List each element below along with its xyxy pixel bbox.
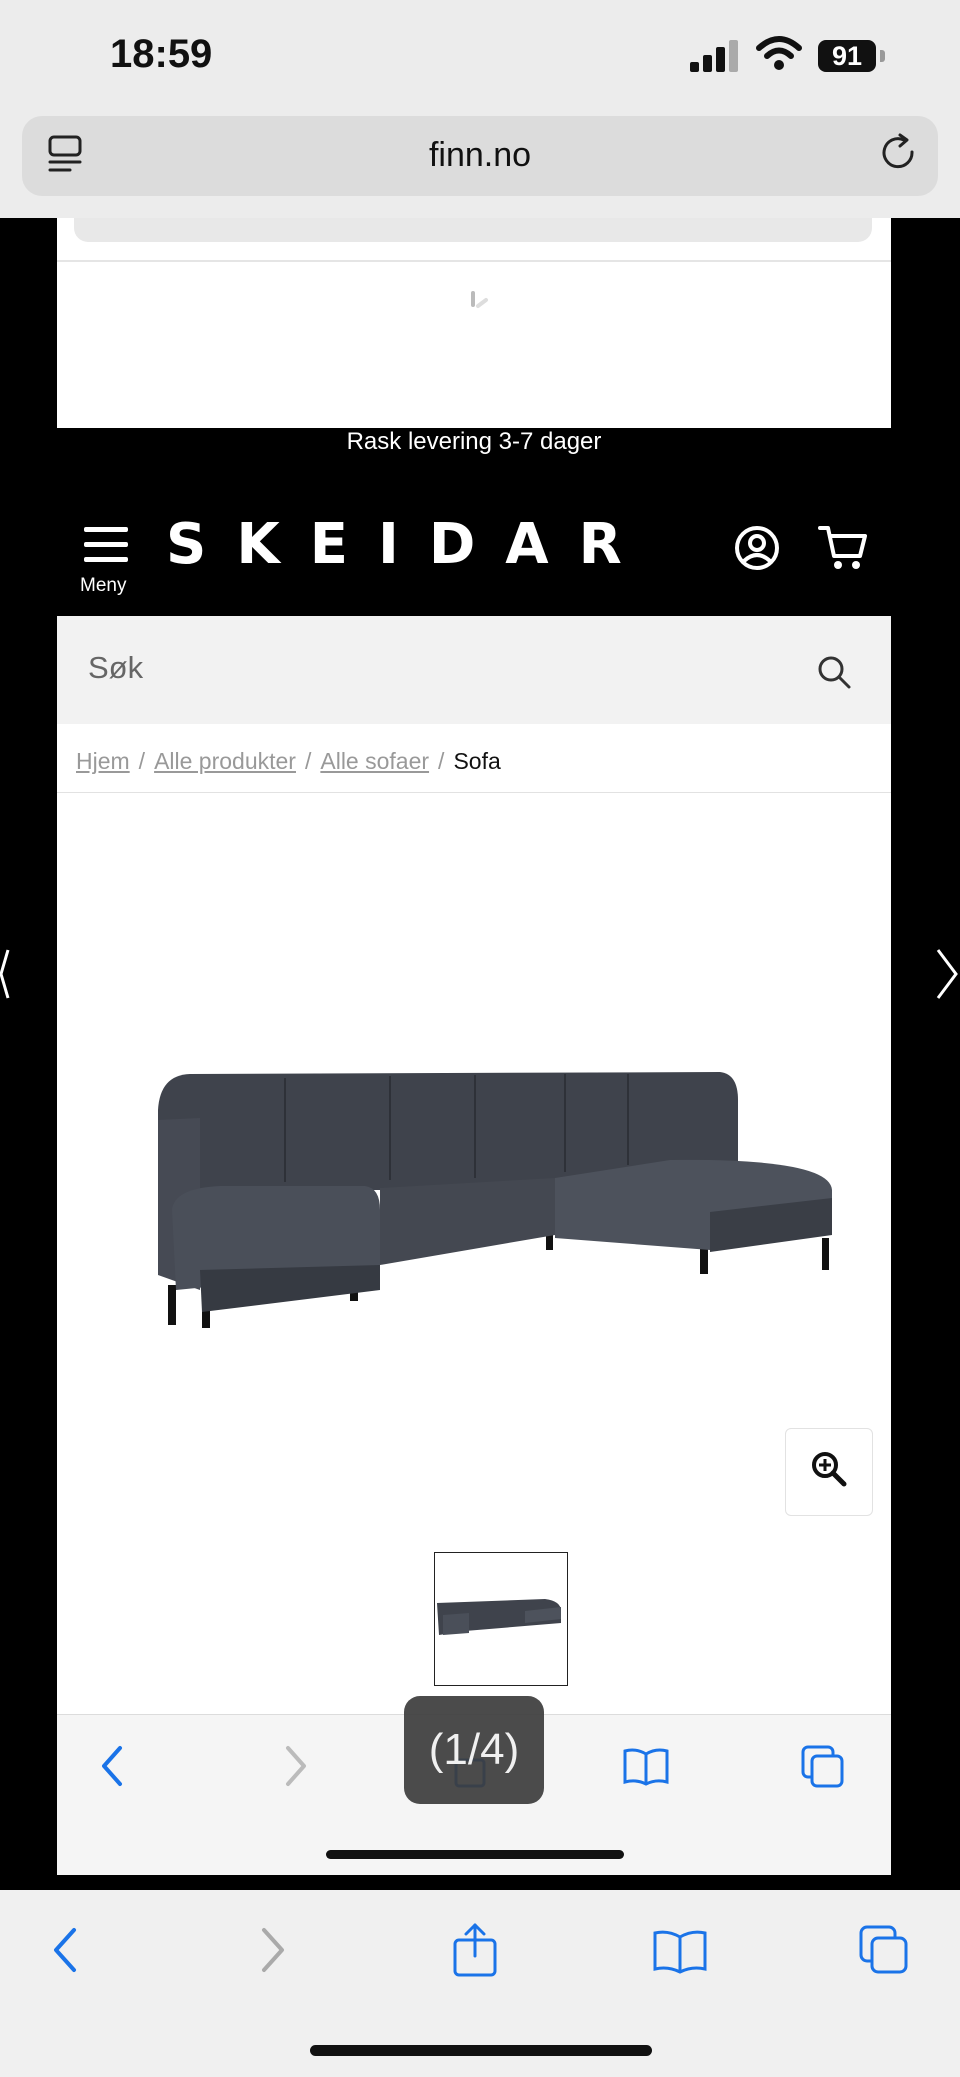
cart-icon[interactable] — [818, 522, 868, 572]
menu-label: Meny — [80, 575, 127, 596]
search-input[interactable] — [57, 616, 891, 724]
reload-icon[interactable] — [878, 132, 920, 174]
wifi-icon — [756, 36, 802, 70]
brand-logo[interactable]: SKEIDAR — [166, 512, 652, 577]
breadcrumb-current: Sofa — [453, 748, 501, 774]
embedded-home-indicator — [326, 1850, 624, 1859]
loading-spinner-icon — [471, 291, 488, 308]
cellular-signal-icon — [690, 40, 744, 72]
forward-icon[interactable] — [258, 1926, 288, 1974]
breadcrumb-separator: / — [138, 748, 146, 774]
url-text: finn.no — [428, 136, 532, 174]
status-time: 18:59 — [110, 32, 213, 76]
search-icon[interactable] — [816, 654, 852, 690]
battery-tip — [880, 50, 885, 62]
embedded-address-bar — [74, 218, 872, 242]
breadcrumb-divider — [57, 792, 891, 793]
account-icon[interactable] — [733, 524, 781, 572]
hamburger-menu-icon[interactable] — [84, 525, 128, 565]
thumbnail-image — [437, 1599, 561, 1635]
tabs-icon[interactable] — [858, 1924, 910, 1976]
search-placeholder: Søk — [88, 650, 144, 685]
bookmarks-icon[interactable] — [652, 1928, 708, 1974]
embedded-bookmarks-icon[interactable] — [622, 1746, 670, 1786]
battery-icon: 91 — [818, 40, 876, 72]
home-indicator — [310, 2045, 652, 2056]
embedded-back-icon[interactable] — [98, 1744, 126, 1788]
zoom-in-icon — [812, 1452, 847, 1487]
product-image[interactable] — [110, 1060, 840, 1330]
breadcrumb-separator: / — [438, 748, 445, 774]
breadcrumb-link-products[interactable]: Alle produkter — [154, 748, 296, 774]
share-icon[interactable] — [452, 1922, 498, 1978]
breadcrumb: Hjem / Alle produkter / Alle sofaer / Sofa — [76, 748, 501, 775]
embedded-forward-icon[interactable] — [282, 1744, 310, 1788]
gallery-thumbnail[interactable] — [434, 1552, 568, 1686]
back-icon[interactable] — [50, 1926, 80, 1974]
image-counter: (1/4) — [404, 1696, 544, 1804]
breadcrumb-link-home[interactable]: Hjem — [76, 748, 130, 774]
previous-image-arrow-icon[interactable] — [0, 944, 10, 1004]
embedded-page-header — [57, 218, 891, 428]
page-divider — [57, 260, 891, 262]
next-image-arrow-icon[interactable] — [934, 944, 960, 1004]
promo-banner: Rask levering 3-7 dager — [346, 428, 602, 455]
breadcrumb-separator: / — [304, 748, 312, 774]
breadcrumb-link-sofas[interactable]: Alle sofaer — [320, 748, 429, 774]
embedded-tabs-icon[interactable] — [800, 1744, 846, 1788]
